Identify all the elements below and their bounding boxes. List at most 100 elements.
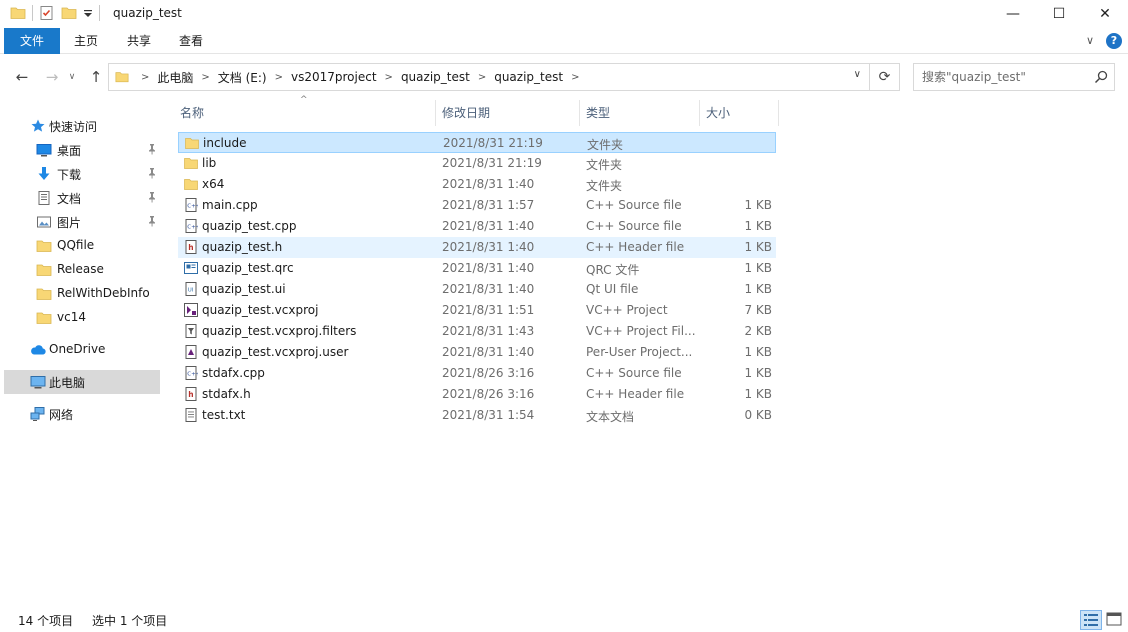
file-type: 文件夹: [586, 179, 623, 193]
file-row[interactable]: x64 2021/8/31 1:40 文件夹: [178, 174, 776, 195]
toolbar-separator: [32, 5, 33, 21]
title-bar: quazip_test — ☐ ✕: [0, 0, 1128, 28]
file-type: 文本文档: [586, 410, 635, 424]
qrc-file-icon: [184, 262, 198, 274]
new-folder-icon[interactable]: [61, 5, 77, 21]
sidebar-item-onedrive[interactable]: OneDrive: [4, 338, 160, 362]
chevron-right-icon[interactable]: >: [385, 72, 393, 83]
file-row[interactable]: lib 2021/8/31 21:19 文件夹: [178, 153, 776, 174]
file-size: 1 KB: [744, 198, 772, 212]
sidebar-item-this-pc[interactable]: 此电脑: [4, 370, 160, 394]
tab-file[interactable]: 文件: [4, 28, 60, 54]
file-row[interactable]: quazip_test.vcxproj 2021/8/31 1:51 VC++ Pr…: [178, 300, 776, 321]
chevron-right-icon[interactable]: >: [478, 72, 486, 83]
pin-icon[interactable]: [146, 167, 158, 179]
file-row[interactable]: quazip_test.qrc 2021/8/31 1:40 QRC 文件 1 KB: [178, 258, 776, 279]
chevron-right-icon[interactable]: >: [571, 72, 579, 83]
refresh-button[interactable]: ⟳: [870, 63, 900, 91]
file-row[interactable]: UI quazip_test.ui 2021/8/31 1:40 Qt UI file…: [178, 279, 776, 300]
search-icon[interactable]: [1094, 70, 1108, 84]
file-size: 0 KB: [744, 408, 772, 422]
customize-toolbar-icon[interactable]: [83, 5, 93, 21]
minimize-button[interactable]: —: [990, 0, 1036, 28]
pin-icon[interactable]: [146, 215, 158, 227]
search-input[interactable]: [914, 64, 1090, 90]
file-row[interactable]: include 2021/8/31 21:19 文件夹: [178, 132, 776, 153]
column-header-date[interactable]: 修改日期: [434, 100, 579, 126]
column-divider[interactable]: [778, 100, 779, 126]
tab-share[interactable]: 共享: [114, 28, 164, 54]
sidebar-item-pictures[interactable]: 图片: [4, 210, 160, 234]
sidebar-item-quick-access[interactable]: 快速访问: [4, 114, 160, 138]
tab-view[interactable]: 查看: [166, 28, 216, 54]
file-size: 1 KB: [744, 219, 772, 233]
sidebar-item-relwithdebinfo[interactable]: RelWithDebInfo: [4, 282, 160, 306]
sidebar-item-network[interactable]: 网络: [4, 402, 160, 426]
chevron-right-icon[interactable]: >: [201, 72, 209, 83]
file-row[interactable]: C++ main.cpp 2021/8/31 1:57 C++ Source file…: [178, 195, 776, 216]
breadcrumb-vs2017project[interactable]: vs2017project: [291, 70, 377, 84]
column-header-size[interactable]: 大小: [698, 100, 778, 126]
file-row[interactable]: h quazip_test.h 2021/8/31 1:40 C++ Header f…: [178, 237, 776, 258]
header-file-icon: h: [185, 387, 197, 401]
file-name: quazip_test.qrc: [202, 261, 294, 275]
sidebar-item-release[interactable]: Release: [4, 258, 160, 282]
file-size: 1 KB: [744, 387, 772, 401]
filters-file-icon: [185, 324, 197, 338]
file-row[interactable]: C++ quazip_test.cpp 2021/8/31 1:40 C++ Sour…: [178, 216, 776, 237]
pin-icon[interactable]: [146, 143, 158, 155]
folder-icon: [10, 7, 26, 19]
sidebar-item-label: Release: [57, 262, 104, 276]
file-name: quazip_test.vcxproj: [202, 303, 319, 317]
column-header-type[interactable]: 类型: [578, 100, 699, 126]
file-name: lib: [202, 156, 217, 170]
properties-icon[interactable]: [39, 5, 55, 21]
help-icon[interactable]: ?: [1106, 33, 1122, 49]
search-box[interactable]: [913, 63, 1115, 91]
breadcrumb-this-pc[interactable]: 此电脑: [157, 69, 193, 86]
toolbar-separator: [99, 5, 100, 21]
column-header-name[interactable]: 名称: [172, 100, 436, 126]
sidebar-item-vc14[interactable]: vc14: [4, 306, 160, 330]
expand-ribbon-icon[interactable]: ∨: [1086, 34, 1094, 47]
address-bar[interactable]: > 此电脑 > 文档 (E:) > vs2017project > quazip…: [108, 63, 870, 91]
ribbon-tabs: 文件 主页 共享 查看 ∨ ?: [0, 28, 1128, 54]
file-type: 文件夹: [586, 158, 623, 172]
recent-locations-button[interactable]: ∨: [66, 67, 78, 87]
file-date: 2021/8/31 21:19: [442, 156, 542, 170]
address-dropdown-icon[interactable]: ∨: [854, 69, 861, 80]
maximize-button[interactable]: ☐: [1036, 0, 1082, 28]
breadcrumb-documents[interactable]: 文档 (E:): [218, 69, 267, 86]
file-row[interactable]: quazip_test.vcxproj.user 2021/8/31 1:40 Pe…: [178, 342, 776, 363]
chevron-right-icon[interactable]: >: [275, 72, 283, 83]
sidebar-item-downloads[interactable]: 下载: [4, 162, 160, 186]
folder-icon: [184, 158, 198, 169]
file-name: main.cpp: [202, 198, 258, 212]
back-button[interactable]: ←: [12, 67, 32, 87]
file-type: QRC 文件: [586, 263, 640, 277]
sidebar-item-qqfile[interactable]: QQfile: [4, 234, 160, 258]
file-name: quazip_test.vcxproj.filters: [202, 324, 357, 338]
forward-button[interactable]: →: [42, 67, 62, 87]
file-date: 2021/8/31 1:40: [442, 282, 535, 296]
tab-home[interactable]: 主页: [62, 28, 110, 54]
details-view-button[interactable]: [1080, 610, 1102, 630]
file-row[interactable]: C++ stdafx.cpp 2021/8/26 3:16 C++ Source fi…: [178, 363, 776, 384]
up-button[interactable]: ↑: [86, 67, 106, 87]
file-row[interactable]: h stdafx.h 2021/8/26 3:16 C++ Header file 1 …: [178, 384, 776, 405]
sidebar-item-documents[interactable]: 文档: [4, 186, 160, 210]
sidebar-item-desktop[interactable]: 桌面: [4, 138, 160, 162]
file-row[interactable]: quazip_test.vcxproj.filters 2021/8/31 1:4…: [178, 321, 776, 342]
computer-icon: [30, 376, 46, 389]
chevron-right-icon[interactable]: >: [141, 72, 149, 83]
pictures-icon: [37, 216, 51, 228]
item-count: 14 个项目: [18, 614, 74, 628]
file-row[interactable]: test.txt 2021/8/31 1:54 文本文档 0 KB: [178, 405, 776, 426]
breadcrumb-quazip-test-current[interactable]: quazip_test: [494, 70, 563, 84]
pin-icon[interactable]: [146, 191, 158, 203]
file-size: 1 KB: [744, 261, 772, 275]
close-button[interactable]: ✕: [1082, 0, 1128, 28]
details-view-icon: [1084, 614, 1098, 626]
large-icons-view-button[interactable]: [1104, 610, 1126, 630]
breadcrumb-quazip-test-parent[interactable]: quazip_test: [401, 70, 470, 84]
